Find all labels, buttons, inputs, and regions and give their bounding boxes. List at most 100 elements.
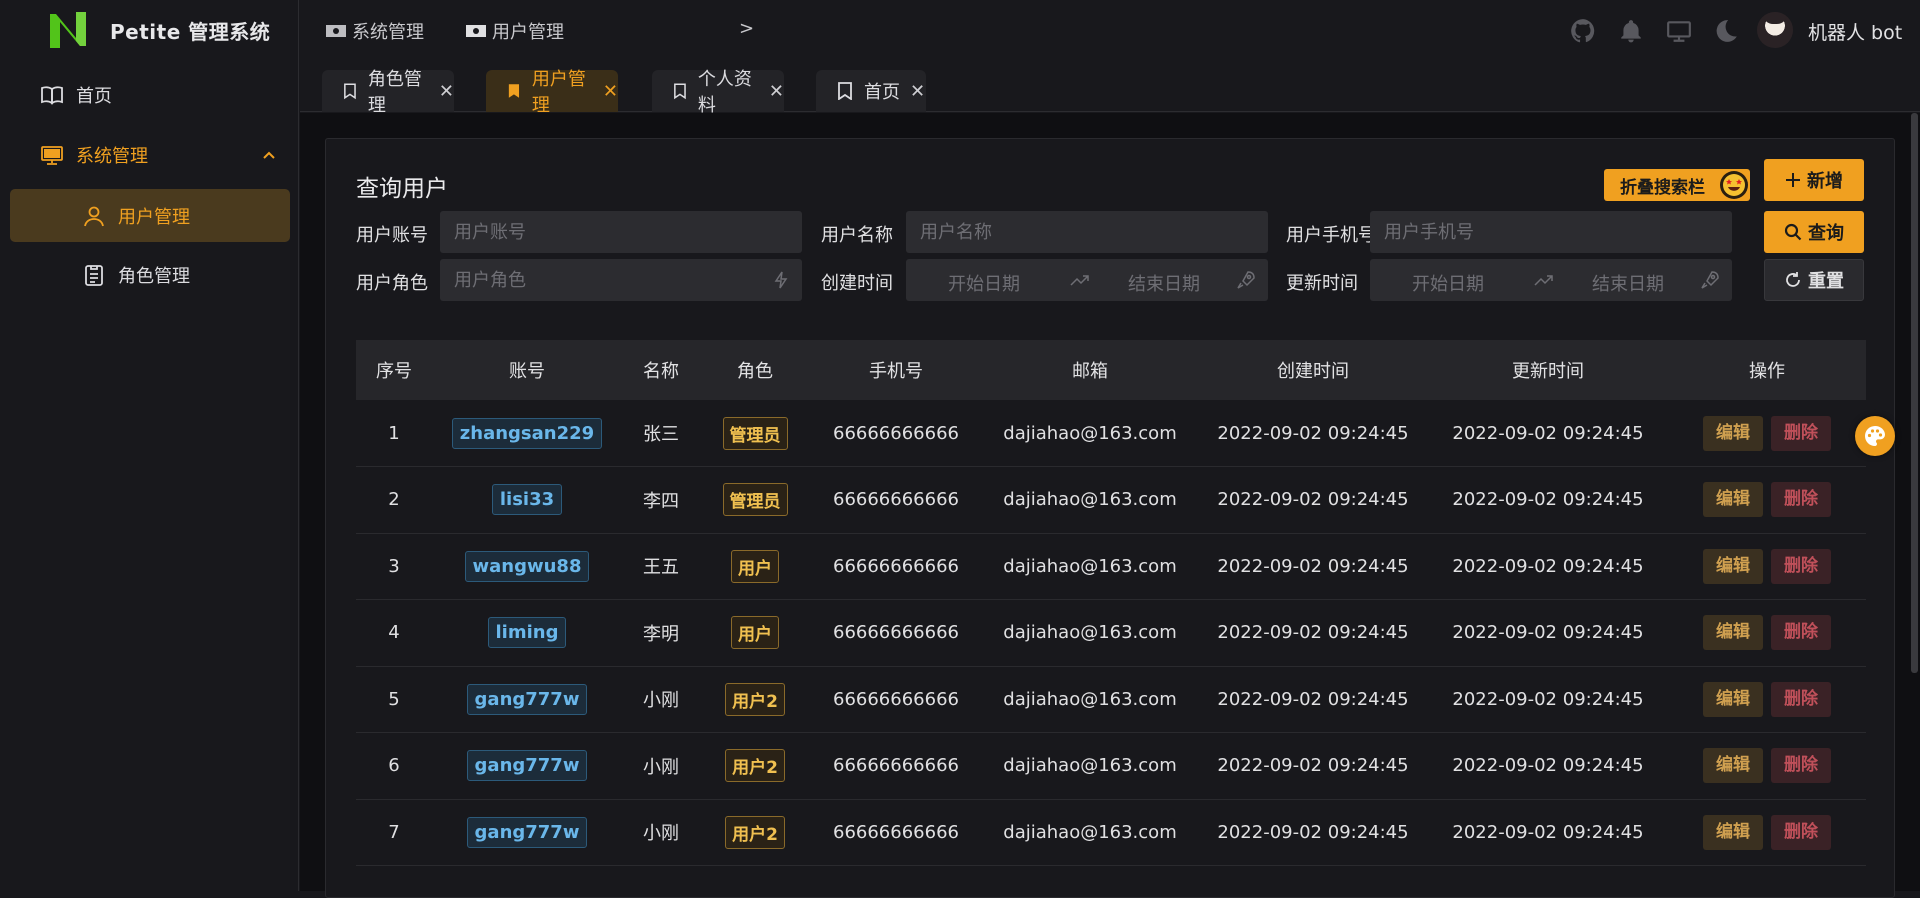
search-icon <box>1784 223 1802 241</box>
main-content: 查询用户 折叠搜索栏 新增 用户账号 用户名称 用户手机号 查询 用户角色 创建… <box>300 113 1920 898</box>
avatar[interactable] <box>1757 12 1793 48</box>
breadcrumb-separator: > <box>739 18 755 39</box>
cell-actions: 编辑 删除 <box>1668 400 1866 467</box>
monitor-icon[interactable] <box>1666 18 1692 44</box>
sidebar-item-users[interactable]: 用户管理 <box>10 189 290 242</box>
cell-updated: 2022-09-02 09:24:45 <box>1452 422 1644 444</box>
user-name[interactable]: 机器人 bot <box>1808 18 1902 45</box>
delete-button[interactable]: 删除 <box>1771 482 1831 518</box>
role-tag: 管理员 <box>722 483 788 517</box>
cell-updated: 2022-09-02 09:24:45 <box>1452 489 1644 511</box>
bell-icon[interactable] <box>1618 18 1644 44</box>
bookmark-icon <box>508 84 520 98</box>
account-tag[interactable]: gang777w <box>466 750 588 782</box>
account-tag[interactable]: liming <box>487 617 567 649</box>
cell-no: 1 <box>388 422 400 444</box>
edit-button[interactable]: 编辑 <box>1703 415 1763 451</box>
bookmark-icon <box>838 82 852 100</box>
monitor-icon <box>466 25 486 37</box>
updated-label: 更新时间 <box>1286 273 1358 294</box>
phone-label: 用户手机号 <box>1286 225 1376 246</box>
sidebar-item-roles[interactable]: 角色管理 <box>0 249 299 301</box>
cell-account: gang777w <box>432 666 622 733</box>
star-eyes-emoji-icon <box>1720 171 1748 199</box>
account-tag[interactable]: zhangsan229 <box>451 417 603 449</box>
logo-icon <box>50 12 86 48</box>
account-input[interactable] <box>440 211 802 253</box>
sidebar-item-system[interactable]: 系统管理 <box>0 129 299 181</box>
delete-button[interactable]: 删除 <box>1771 415 1831 451</box>
table-row: 4 liming 李明 用户 66666666666 dajiahao@163.com 20… <box>356 600 1866 666</box>
cell-no: 6 <box>388 755 400 777</box>
cell-account: gang777w <box>432 733 622 800</box>
column-header: 手机号 <box>869 361 923 382</box>
delete-button[interactable]: 删除 <box>1771 748 1831 784</box>
app-title: Petite 管理系统 <box>110 20 271 44</box>
role-select[interactable] <box>440 259 802 301</box>
tab-home[interactable]: 首页 ✕ <box>816 70 926 112</box>
tab-roles[interactable]: 角色管理 ✕ <box>322 69 454 116</box>
close-icon[interactable]: ✕ <box>603 81 618 102</box>
close-icon[interactable]: ✕ <box>769 81 784 102</box>
edit-button[interactable]: 编辑 <box>1703 748 1763 784</box>
user-icon <box>84 206 104 226</box>
cell-no: 3 <box>388 555 400 577</box>
name-label: 用户名称 <box>821 225 893 246</box>
phone-input[interactable] <box>1370 211 1732 253</box>
edit-button[interactable]: 编辑 <box>1703 548 1763 584</box>
created-date-range[interactable]: 开始日期 结束日期 <box>906 259 1268 301</box>
updated-date-range[interactable]: 开始日期 结束日期 <box>1370 259 1732 301</box>
close-icon[interactable]: ✕ <box>439 81 454 102</box>
account-tag[interactable]: wangwu88 <box>464 550 590 582</box>
edit-button[interactable]: 编辑 <box>1703 814 1763 850</box>
bookmark-icon <box>344 83 356 100</box>
table-row: 3 wangwu88 王五 用户 66666666666 dajiahao@163.com… <box>356 533 1866 600</box>
account-tag[interactable]: lisi33 <box>491 484 563 516</box>
sidebar-item-label: 用户管理 <box>118 206 190 228</box>
table-header: 序号 账号 名称 角色 手机号 邮箱 创建时间 更新时间 操作 <box>356 340 1866 400</box>
delete-button[interactable]: 删除 <box>1771 681 1831 717</box>
cell-created: 2022-09-02 09:24:45 <box>1217 555 1409 577</box>
github-icon[interactable] <box>1570 18 1596 44</box>
add-button[interactable]: 新增 <box>1764 159 1864 201</box>
edit-button[interactable]: 编辑 <box>1703 482 1763 518</box>
reset-button[interactable]: 重置 <box>1764 259 1864 301</box>
cell-created: 2022-09-02 09:24:45 <box>1217 489 1409 511</box>
delete-button[interactable]: 删除 <box>1771 548 1831 584</box>
users-table: 序号 账号 名称 角色 手机号 邮箱 创建时间 更新时间 操作 1 zhangsa… <box>356 340 1866 866</box>
fold-search-button[interactable]: 折叠搜索栏 <box>1604 169 1750 201</box>
account-tag[interactable]: gang777w <box>466 816 588 848</box>
cell-phone: 66666666666 <box>833 755 959 777</box>
tab-users[interactable]: 用户管理 ✕ <box>486 69 618 116</box>
delete-button[interactable]: 删除 <box>1771 814 1831 850</box>
cell-no: 4 <box>388 622 400 644</box>
refresh-icon <box>1786 272 1800 287</box>
cell-actions: 编辑 删除 <box>1668 799 1866 866</box>
cell-account: gang777w <box>432 799 622 866</box>
query-button[interactable]: 查询 <box>1764 211 1864 253</box>
breadcrumb-item-users[interactable]: 用户管理 <box>466 18 564 44</box>
account-tag[interactable]: gang777w <box>466 683 588 715</box>
trend-arrow-icon <box>1534 275 1553 286</box>
tab-profile[interactable]: 个人资料 ✕ <box>652 69 784 116</box>
breadcrumb-item-system[interactable]: 系统管理 <box>326 18 424 44</box>
table-row: 6 gang777w 小刚 用户2 66666666666 dajiahao@163.co… <box>356 733 1866 800</box>
column-header: 账号 <box>509 361 545 382</box>
delete-button[interactable]: 删除 <box>1771 615 1831 651</box>
account-label: 用户账号 <box>356 225 428 246</box>
cell-phone: 66666666666 <box>833 622 959 644</box>
close-icon[interactable]: ✕ <box>910 81 925 102</box>
cell-name: 张三 <box>643 424 679 445</box>
edit-button[interactable]: 编辑 <box>1703 681 1763 717</box>
main-scrollbar[interactable] <box>1911 113 1918 673</box>
moon-icon[interactable] <box>1713 18 1739 44</box>
theme-palette-button[interactable] <box>1855 416 1895 456</box>
tab-bar: 角色管理 ✕ 用户管理 ✕ 个人资料 ✕ 首页 ✕ <box>300 62 1920 116</box>
cell-no: 5 <box>388 688 400 710</box>
column-header: 邮箱 <box>1072 361 1108 382</box>
edit-button[interactable]: 编辑 <box>1703 615 1763 651</box>
name-input[interactable] <box>906 211 1268 253</box>
sidebar-item-home[interactable]: 首页 <box>0 69 299 121</box>
sidebar: Petite 管理系统 首页 系统管理 用户管理 角色管理 <box>0 0 318 891</box>
role-label: 用户角色 <box>356 273 428 294</box>
